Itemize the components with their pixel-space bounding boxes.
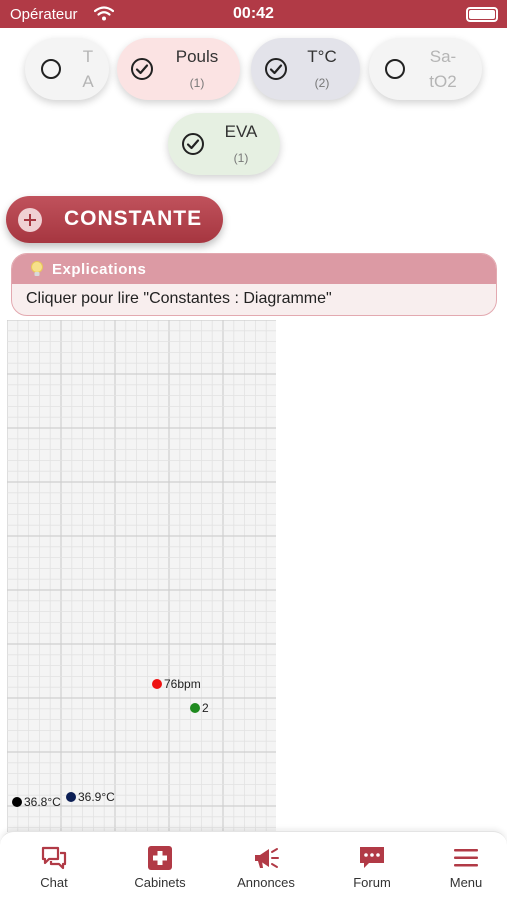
filter-chip-label: Sa- tO2: [429, 47, 457, 91]
filter-chip-label: T A: [82, 47, 94, 91]
filter-chip-temperature[interactable]: T°C (2): [251, 38, 360, 100]
menu-icon: [453, 846, 479, 870]
data-point: [190, 703, 200, 713]
add-constante-label: CONSTANTE: [64, 207, 203, 230]
explanation-header: Explications: [12, 254, 496, 284]
megaphone-icon: [253, 846, 279, 870]
filter-chip-sato2[interactable]: Sa- tO2: [369, 38, 482, 100]
nav-menu[interactable]: Menu: [416, 832, 507, 900]
explanation-title: Explications: [52, 261, 147, 278]
nav-chat[interactable]: Chat: [4, 832, 104, 900]
filter-chip-label: Pouls: [175, 47, 219, 66]
chart-background: [7, 320, 276, 832]
plus-icon: [18, 208, 42, 232]
explanation-box[interactable]: Explications Cliquer pour lire "Constant…: [11, 253, 497, 316]
chat-icon: [41, 846, 67, 870]
bottom-navigation: Chat Cabinets Annonces Forum Menu: [0, 831, 507, 900]
forum-icon: [359, 846, 385, 870]
filter-chip-label: T°C: [307, 47, 337, 66]
status-bar: Opérateur 00:42: [0, 0, 507, 28]
data-point-label: 36.9°C: [78, 790, 115, 804]
nav-label: Chat: [40, 875, 68, 890]
add-constante-button[interactable]: CONSTANTE: [6, 196, 223, 243]
nav-label: Cabinets: [134, 875, 186, 890]
filter-chip-eva[interactable]: EVA (1): [168, 113, 280, 175]
filter-chip-count: (2): [314, 76, 330, 90]
lightbulb-icon: [29, 260, 45, 283]
data-point: [12, 797, 22, 807]
filter-chip-label: EVA: [224, 122, 258, 141]
nav-label: Annonces: [237, 875, 295, 890]
filter-chip-count: (1): [189, 76, 205, 90]
medical-cross-icon: [147, 846, 173, 870]
data-point: [152, 679, 162, 689]
data-point: [66, 792, 76, 802]
nav-cabinets[interactable]: Cabinets: [110, 832, 210, 900]
data-point-label: 76bpm: [164, 677, 201, 691]
filter-chip-ta[interactable]: T A: [25, 38, 109, 100]
filter-chip-pouls[interactable]: Pouls (1): [117, 38, 240, 100]
checked-circle-icon: [181, 132, 205, 161]
unchecked-circle-icon: [385, 59, 405, 79]
filter-chip-count: (1): [233, 151, 249, 165]
nav-label: Forum: [353, 875, 391, 890]
battery-icon: [466, 7, 498, 22]
constantes-chart: 76bpm2 36.9°C 36.8°C: [7, 320, 276, 832]
checked-circle-icon: [130, 57, 154, 86]
nav-annonces[interactable]: Annonces: [216, 832, 316, 900]
nav-label: Menu: [449, 875, 483, 890]
nav-forum[interactable]: Forum: [322, 832, 422, 900]
clock: 00:42: [233, 5, 274, 22]
explanation-link[interactable]: Cliquer pour lire "Constantes : Diagramm…: [26, 290, 332, 308]
data-point-label: 36.8°C: [24, 795, 61, 809]
unchecked-circle-icon: [41, 59, 61, 79]
data-point-label: 2: [202, 701, 209, 715]
checked-circle-icon: [264, 57, 288, 86]
